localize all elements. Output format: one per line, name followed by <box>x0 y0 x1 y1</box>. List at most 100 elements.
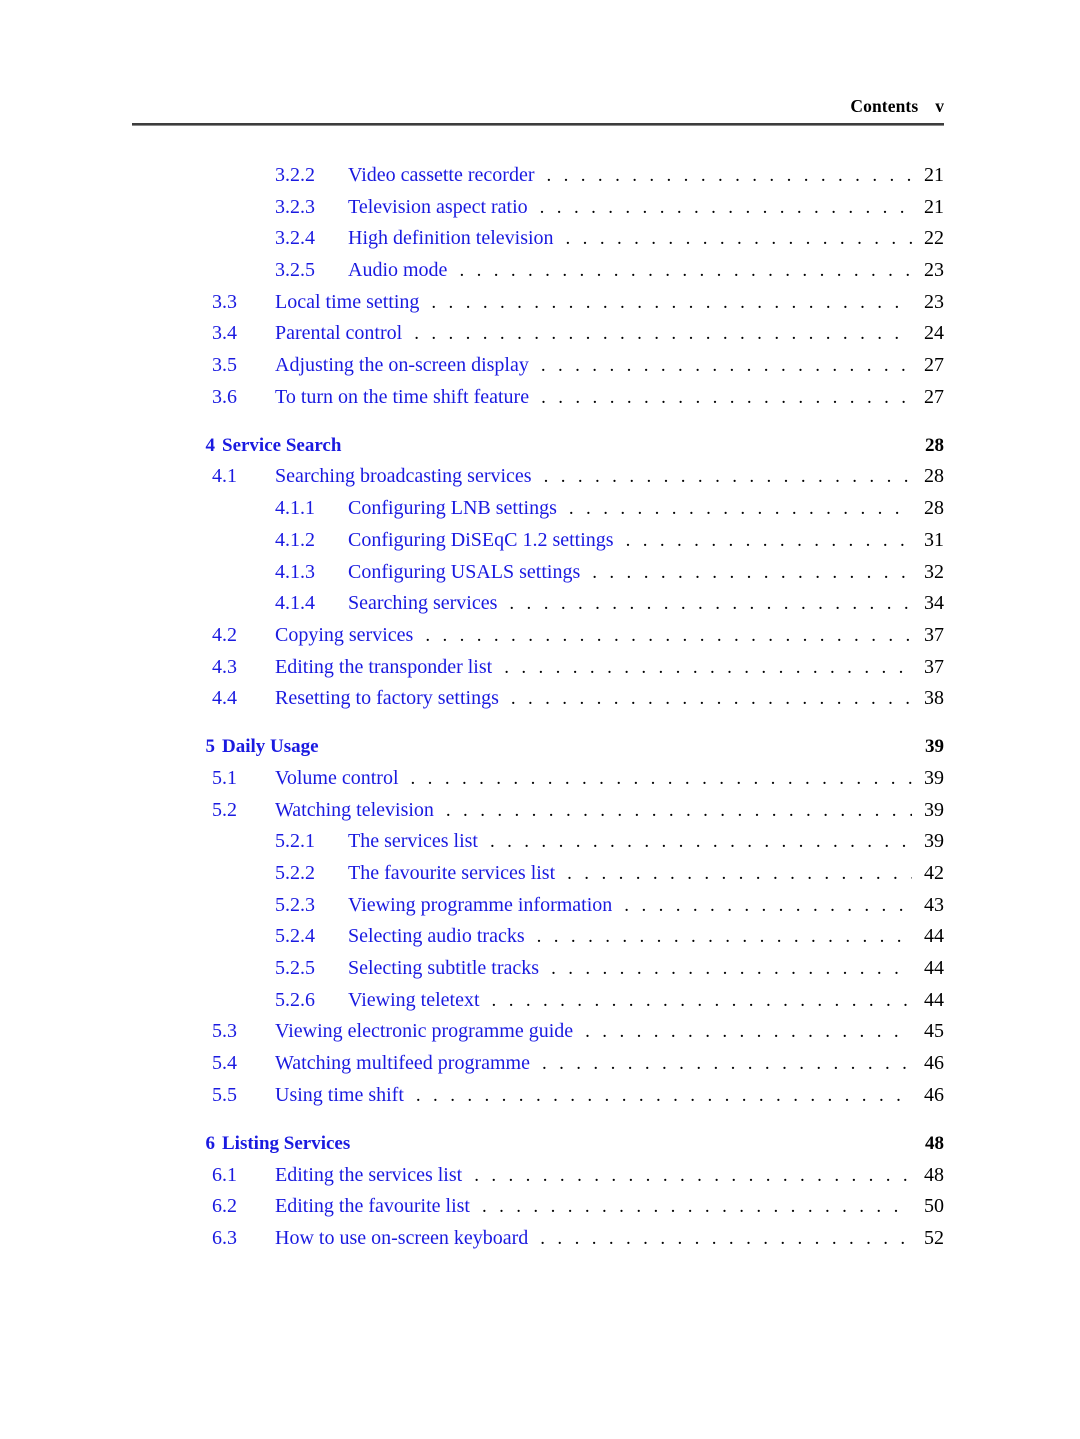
toc-entry-page-number[interactable]: 48 <box>904 1160 944 1192</box>
toc-entry[interactable]: 4.1.2 Configuring DiSEqC 1.2 settings....… <box>0 525 1080 557</box>
toc-entry-page-number[interactable]: 39 <box>904 826 944 858</box>
toc-entry[interactable]: 5.2.5 Selecting subtitle tracks..........… <box>0 953 1080 985</box>
toc-entry[interactable]: 4.2 Copying services.....................… <box>0 620 1080 652</box>
toc-entry-title[interactable]: Parental control <box>275 318 402 350</box>
toc-entry[interactable]: 3.5 Adjusting the on-screen display......… <box>0 350 1080 382</box>
toc-entry-title[interactable]: Listing Services <box>222 1128 350 1160</box>
toc-entry-title[interactable]: Television aspect ratio <box>348 192 528 224</box>
toc-entry-page-number[interactable]: 27 <box>904 350 944 382</box>
toc-entry-page-number[interactable]: 52 <box>904 1223 944 1255</box>
toc-entry-page-number[interactable]: 39 <box>904 763 944 795</box>
toc-entry-title[interactable]: Editing the favourite list <box>275 1191 470 1223</box>
toc-entry[interactable]: 4 Service Search 28 <box>0 430 1080 462</box>
toc-entry-title[interactable]: Daily Usage <box>222 731 319 763</box>
toc-entry[interactable]: 5.5 Using time shift.....................… <box>0 1080 1080 1112</box>
toc-entry-page-number[interactable]: 44 <box>904 953 944 985</box>
toc-entry-title[interactable]: Configuring USALS settings <box>348 557 580 589</box>
toc-entry-title[interactable]: To turn on the time shift feature <box>275 382 529 414</box>
toc-entry-page-number[interactable]: 24 <box>904 318 944 350</box>
toc-entry-title[interactable]: Copying services <box>275 620 413 652</box>
toc-entry-page-number[interactable]: 23 <box>904 287 944 319</box>
toc-entry[interactable]: 5.2.6 Viewing teletext...................… <box>0 985 1080 1017</box>
toc-entry[interactable]: 5.2 Watching television..................… <box>0 795 1080 827</box>
toc-entry-page-number[interactable]: 42 <box>904 858 944 890</box>
toc-entry[interactable]: 6.1 Editing the services list............… <box>0 1160 1080 1192</box>
toc-entry-title[interactable]: Volume control <box>275 763 399 795</box>
toc-entry[interactable]: 3.2.5 Audio mode.........................… <box>0 255 1080 287</box>
toc-entry-page-number[interactable]: 46 <box>904 1080 944 1112</box>
toc-entry-page-number[interactable]: 44 <box>904 985 944 1017</box>
toc-entry-page-number[interactable]: 28 <box>904 461 944 493</box>
toc-entry[interactable]: 5.2.2 The favourite services list........… <box>0 858 1080 890</box>
toc-entry-title[interactable]: Viewing teletext <box>348 985 480 1017</box>
toc-entry-title[interactable]: Audio mode <box>348 255 447 287</box>
toc-entry-page-number[interactable]: 27 <box>904 382 944 414</box>
toc-entry[interactable]: 3.4 Parental control.....................… <box>0 318 1080 350</box>
toc-entry[interactable]: 5.3 Viewing electronic programme guide...… <box>0 1016 1080 1048</box>
toc-entry[interactable]: 4.4 Resetting to factory settings........… <box>0 683 1080 715</box>
toc-entry[interactable]: 4.1.1 Configuring LNB settings...........… <box>0 493 1080 525</box>
toc-entry-title[interactable]: The favourite services list <box>348 858 555 890</box>
toc-entry-page-number[interactable]: 21 <box>904 160 944 192</box>
toc-entry[interactable]: 6.3 How to use on-screen keyboard........… <box>0 1223 1080 1255</box>
toc-entry-title[interactable]: Watching television <box>275 795 434 827</box>
toc-entry-title[interactable]: Configuring DiSEqC 1.2 settings <box>348 525 614 557</box>
toc-entry[interactable]: 5.2.1 The services list..................… <box>0 826 1080 858</box>
toc-entry-title[interactable]: Selecting audio tracks <box>348 921 525 953</box>
toc-entry-title[interactable]: Configuring LNB settings <box>348 493 557 525</box>
toc-entry-page-number[interactable]: 48 <box>904 1128 944 1160</box>
toc-entry-title[interactable]: Selecting subtitle tracks <box>348 953 539 985</box>
toc-entry[interactable]: 3.3 Local time setting...................… <box>0 287 1080 319</box>
toc-entry-page-number[interactable]: 21 <box>904 192 944 224</box>
toc-entry-page-number[interactable]: 38 <box>904 683 944 715</box>
toc-entry-page-number[interactable]: 44 <box>904 921 944 953</box>
toc-leader-dots: ........................................… <box>540 1227 912 1249</box>
toc-entry-page-number[interactable]: 28 <box>904 430 944 462</box>
toc-entry[interactable]: 6 Listing Services 48 <box>0 1128 1080 1160</box>
toc-entry-title[interactable]: Adjusting the on-screen display <box>275 350 529 382</box>
toc-entry[interactable]: 5.2.3 Viewing programme information......… <box>0 890 1080 922</box>
toc-entry-page-number[interactable]: 32 <box>904 557 944 589</box>
toc-entry-title[interactable]: Viewing electronic programme guide <box>275 1016 573 1048</box>
toc-entry-page-number[interactable]: 31 <box>904 525 944 557</box>
toc-entry[interactable]: 3.6 To turn on the time shift feature....… <box>0 382 1080 414</box>
toc-entry-page-number[interactable]: 46 <box>904 1048 944 1080</box>
toc-entry-title[interactable]: Searching broadcasting services <box>275 461 532 493</box>
toc-entry[interactable]: 4.3 Editing the transponder list.........… <box>0 652 1080 684</box>
toc-entry[interactable]: 3.2.2 Video cassette recorder............… <box>0 160 1080 192</box>
toc-entry-title[interactable]: Service Search <box>222 430 341 462</box>
toc-entry-page-number[interactable]: 50 <box>904 1191 944 1223</box>
toc-entry[interactable]: 4.1.4 Searching services.................… <box>0 588 1080 620</box>
toc-entry-page-number[interactable]: 37 <box>904 652 944 684</box>
toc-entry-page-number[interactable]: 39 <box>904 795 944 827</box>
toc-entry-title[interactable]: Watching multifeed programme <box>275 1048 530 1080</box>
toc-entry-page-number[interactable]: 39 <box>904 731 944 763</box>
toc-entry-title[interactable]: Editing the services list <box>275 1160 462 1192</box>
toc-entry-page-number[interactable]: 37 <box>904 620 944 652</box>
toc-entry-title[interactable]: Resetting to factory settings <box>275 683 499 715</box>
toc-entry[interactable]: 5.1 Volume control.......................… <box>0 763 1080 795</box>
toc-entry-title[interactable]: How to use on-screen keyboard <box>275 1223 528 1255</box>
toc-entry[interactable]: 4.1.3 Configuring USALS settings.........… <box>0 557 1080 589</box>
toc-entry-page-number[interactable]: 28 <box>904 493 944 525</box>
toc-entry-title[interactable]: The services list <box>348 826 478 858</box>
toc-entry-page-number[interactable]: 45 <box>904 1016 944 1048</box>
toc-entry-page-number[interactable]: 22 <box>904 223 944 255</box>
toc-entry-page-number[interactable]: 43 <box>904 890 944 922</box>
toc-entry[interactable]: 3.2.4 High definition television.........… <box>0 223 1080 255</box>
toc-entry-title[interactable]: Viewing programme information <box>348 890 612 922</box>
toc-entry[interactable]: 5.4 Watching multifeed programme.........… <box>0 1048 1080 1080</box>
toc-entry-title[interactable]: Video cassette recorder <box>348 160 534 192</box>
toc-entry[interactable]: 4.1 Searching broadcasting services......… <box>0 461 1080 493</box>
toc-entry[interactable]: 5.2.4 Selecting audio tracks.............… <box>0 921 1080 953</box>
toc-entry[interactable]: 3.2.3 Television aspect ratio............… <box>0 192 1080 224</box>
toc-entry-title[interactable]: Editing the transponder list <box>275 652 492 684</box>
toc-entry-title[interactable]: High definition television <box>348 223 554 255</box>
toc-entry-title[interactable]: Local time setting <box>275 287 419 319</box>
toc-entry-page-number[interactable]: 34 <box>904 588 944 620</box>
toc-entry[interactable]: 5 Daily Usage 39 <box>0 731 1080 763</box>
toc-entry[interactable]: 6.2 Editing the favourite list...........… <box>0 1191 1080 1223</box>
toc-entry-page-number[interactable]: 23 <box>904 255 944 287</box>
toc-entry-title[interactable]: Searching services <box>348 588 497 620</box>
toc-entry-title[interactable]: Using time shift <box>275 1080 404 1112</box>
